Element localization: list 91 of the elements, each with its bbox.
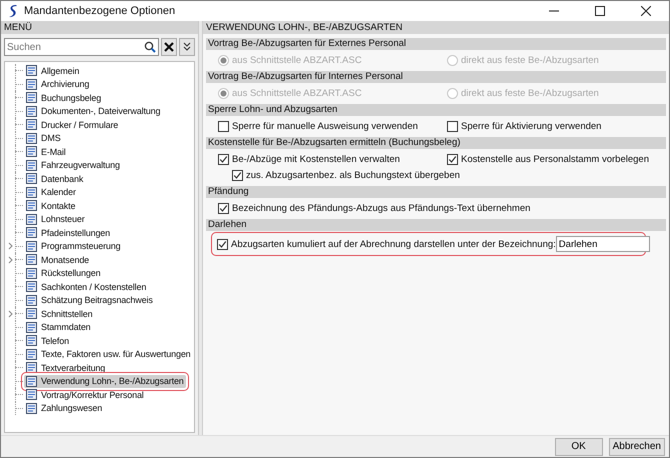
document-icon (26, 78, 37, 90)
document-icon (26, 227, 37, 238)
section-header: Vortrag Be-/Abzugsarten für Externes Personal (206, 38, 666, 50)
tree-item[interactable]: Datenbank (5, 172, 86, 186)
checkbox-checked-icon (218, 203, 229, 214)
search-field[interactable]: Suchen (4, 38, 159, 56)
clear-button[interactable] (161, 38, 177, 56)
checkbox[interactable]: Kostenstelle aus Personalstamm vorbelegen (447, 154, 649, 165)
tree-item[interactable]: Stammdaten (5, 320, 93, 334)
tree-item[interactable]: Rückstellungen (5, 266, 102, 280)
tree-item[interactable]: E-Mail (5, 145, 68, 158)
checkbox[interactable]: Abzugsarten kumuliert auf der Abrechnung darstellen unter der Bezeichnung: (217, 238, 556, 250)
document-icon (26, 362, 37, 374)
tree-item[interactable]: Programmsteuerung (5, 240, 122, 253)
checkbox[interactable]: zus. Abzugsartenbez. als Buchungstext übergeben (232, 170, 460, 181)
document-icon (26, 214, 37, 225)
maximize-icon[interactable] (595, 6, 605, 16)
collapse-button[interactable] (179, 38, 195, 56)
app-logo-icon (8, 4, 18, 18)
document-icon (26, 389, 37, 400)
checkbox-checked-icon (217, 238, 228, 250)
close-icon (164, 42, 174, 52)
tree-item[interactable]: Vortrag/Korrektur Personal (5, 388, 146, 402)
document-icon (26, 132, 37, 144)
tree-item[interactable]: Kalender (5, 186, 78, 199)
tree-item[interactable]: Fahrzeugverwaltung (5, 158, 122, 172)
tree-item[interactable]: Archivierung (5, 78, 92, 91)
document-icon (26, 200, 37, 212)
tree-item[interactable]: Telefon (5, 334, 71, 348)
tree-item[interactable]: Zahlungswesen (5, 402, 104, 415)
tree-item[interactable]: Dokumenten-, Dateiverwaltung (5, 104, 162, 118)
window-title: Mandantenbezogene Optionen (24, 5, 176, 17)
tree-item[interactable]: Pfadeinstellungen (5, 226, 112, 240)
tree-item[interactable]: DMS (5, 132, 63, 145)
document-icon (26, 173, 37, 184)
checkbox-empty-icon (447, 121, 458, 132)
document-icon (26, 376, 37, 387)
tree-item[interactable]: Drucker / Formulare (5, 118, 120, 132)
sidebar-header: MENÜ (1, 21, 198, 34)
double-chevron-icon (182, 42, 192, 52)
document-icon (26, 268, 37, 279)
document-icon (26, 92, 37, 104)
checkbox-checked-icon (447, 154, 458, 165)
section-header: Kostenstelle für Be-/Abzugsarten ermitteln (Buchungsbeleg) (206, 137, 666, 149)
checkbox-checked-icon (232, 170, 243, 181)
document-icon (26, 322, 37, 333)
radio-selected-icon (218, 88, 229, 99)
document-icon (26, 308, 37, 320)
document-icon (26, 335, 37, 346)
section-header: Darlehen (206, 219, 666, 231)
tree-item[interactable]: Texte, Faktoren usw. für Auswertungen (5, 348, 193, 361)
document-icon (26, 146, 37, 158)
tree-item[interactable]: Lohnsteuer (5, 212, 87, 226)
document-icon (26, 348, 37, 360)
radio-selected-icon (218, 55, 229, 66)
document-icon (26, 186, 37, 198)
section-header: Pfändung (206, 186, 666, 198)
section-header: Sperre Lohn- und Abzugsarten (206, 104, 666, 116)
tree-item[interactable]: Schnittstellen (5, 307, 94, 320)
checkbox[interactable]: Bezeichnung des Pfändungs-Abzugs aus Pfändungs-Text übernehmen (218, 203, 530, 214)
document-icon (26, 402, 37, 414)
dialog-button[interactable]: Abbrechen (608, 438, 665, 456)
checkbox-checked-icon (218, 154, 229, 165)
document-icon (26, 160, 37, 171)
document-icon (26, 281, 37, 292)
chevron-icon[interactable] (8, 310, 12, 318)
radio-empty-icon (447, 88, 458, 99)
document-icon (26, 294, 37, 306)
panel-header: VERWENDUNG LOHN-, BE-/ABZUGSARTEN (203, 21, 669, 34)
document-icon (26, 106, 37, 117)
document-icon (26, 119, 37, 130)
section-header: Vortrag Be-/Abzugsarten für Internes Personal (206, 71, 666, 83)
tree-item[interactable]: Allgemein (5, 64, 82, 78)
checkbox[interactable]: Sperre für manuelle Ausweisung verwenden (218, 121, 418, 132)
checkbox[interactable]: Be-/Abzüge mit Kostenstellen verwalten (218, 154, 400, 165)
checkbox[interactable]: Sperre für Aktivierung verwenden (447, 121, 602, 132)
document-icon (26, 240, 37, 252)
document-icon (26, 65, 37, 76)
tree-item[interactable]: Kontakte (5, 199, 78, 212)
tree-item[interactable]: Sachkonten / Kostenstellen (5, 280, 148, 294)
tree-item[interactable]: Schätzung Beitragsnachweis (5, 294, 155, 307)
text-field[interactable]: Darlehen (556, 236, 650, 252)
radio-empty-icon (447, 55, 458, 66)
checkbox-empty-icon (218, 121, 229, 132)
tree-item[interactable]: Monatsende (5, 253, 92, 266)
dialog-button[interactable]: OK (554, 438, 603, 456)
tree-item[interactable]: Textverarbeitung (5, 361, 108, 374)
tree-item[interactable]: Buchungsbeleg (5, 91, 104, 104)
document-icon (26, 254, 37, 266)
close-icon[interactable] (641, 6, 651, 16)
search-icon (144, 41, 156, 53)
